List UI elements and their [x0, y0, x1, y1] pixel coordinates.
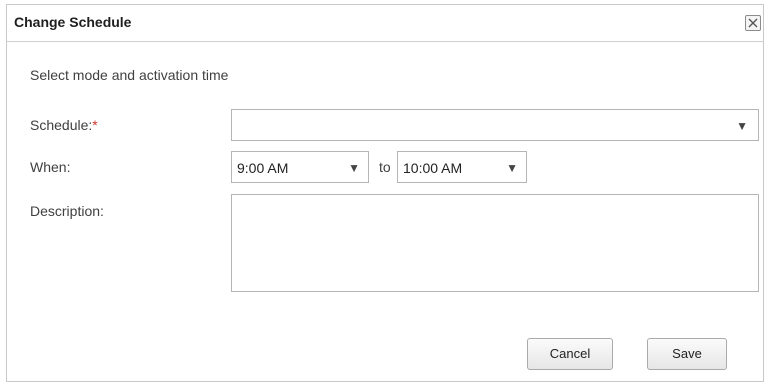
chevron-down-icon: ▼: [506, 161, 518, 175]
description-label: Description:: [30, 203, 104, 219]
when-label: When:: [30, 159, 71, 175]
chevron-down-icon: ▼: [348, 161, 360, 175]
required-marker: *: [92, 117, 98, 133]
save-button[interactable]: Save: [647, 338, 727, 370]
close-icon: [748, 18, 758, 28]
to-label: to: [379, 159, 391, 175]
chevron-down-icon: ▼: [736, 119, 748, 133]
to-time-value: 10:00 AM: [403, 160, 463, 176]
dialog-subtitle: Select mode and activation time: [30, 67, 229, 83]
schedule-label: Schedule:*: [30, 117, 98, 133]
from-time-select[interactable]: 9:00 AM ▼: [231, 151, 369, 183]
description-textarea[interactable]: [231, 194, 759, 292]
dialog-title: Change Schedule: [14, 14, 132, 30]
dialog-titlebar: Change Schedule: [7, 5, 763, 42]
to-time-select[interactable]: 10:00 AM ▼: [397, 151, 527, 183]
schedule-select[interactable]: ▼: [231, 109, 759, 141]
from-time-value: 9:00 AM: [237, 160, 289, 176]
close-button[interactable]: [745, 15, 761, 31]
cancel-button[interactable]: Cancel: [527, 338, 613, 370]
change-schedule-dialog: Change Schedule Select mode and activati…: [6, 4, 764, 382]
